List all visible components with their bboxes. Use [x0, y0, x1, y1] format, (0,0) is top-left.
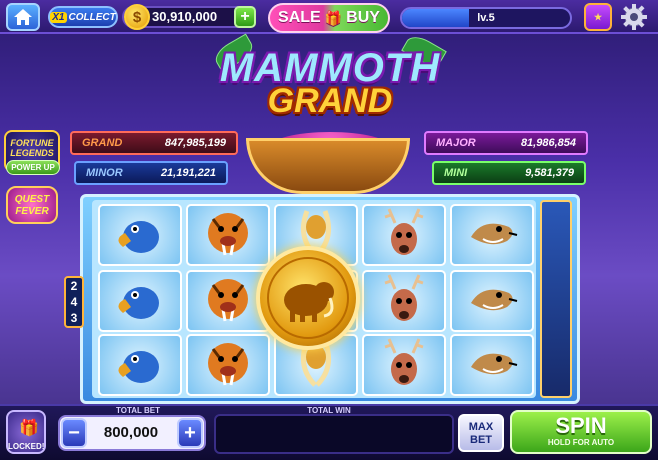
ways-indicator: 2 4 3 — [64, 276, 84, 328]
reel-cell — [450, 204, 534, 266]
jackpot-minor-value: 21,191,221 — [160, 167, 216, 179]
total-win-label: TOTAL WIN — [307, 406, 351, 415]
trophy-icon[interactable]: ★ — [584, 3, 612, 31]
sabertooth-tiger-icon — [199, 273, 257, 330]
increase-bet-button[interactable]: + — [177, 418, 203, 448]
jackpot-minor-label: MINOR — [86, 167, 123, 179]
jackpot-mini: MINI 9,581,379 — [432, 161, 586, 185]
weasel-icon — [463, 207, 521, 264]
reel-cell — [98, 204, 182, 266]
mammoth-progress-rail — [540, 200, 572, 398]
jackpot-major: MAJOR 81,986,854 — [424, 131, 588, 155]
level-label: lv.5 — [477, 12, 495, 24]
buy-label: BUY — [346, 9, 380, 26]
jackpot-major-value: 81,986,854 — [520, 137, 576, 149]
deer-icon — [375, 273, 433, 330]
jackpot-grand: GRAND 847,985,199 — [70, 131, 238, 155]
sale-label: SALE — [278, 9, 321, 26]
spin-sublabel: HOLD FOR AUTO — [547, 438, 615, 447]
buy-coins-button[interactable]: + — [234, 6, 256, 28]
gift-box-icon: 🎁 — [19, 420, 39, 437]
mammoth-coin-symbol — [256, 246, 360, 350]
reel-cell — [362, 204, 446, 266]
reel-cell — [186, 334, 270, 396]
home-icon — [14, 9, 32, 25]
gear-icon — [621, 4, 647, 30]
coin-icon: $ — [124, 4, 150, 30]
power-up-label: POWER UP — [11, 163, 55, 172]
reel-cell — [98, 334, 182, 396]
dodo-bird-icon — [111, 273, 169, 330]
spin-button[interactable]: SPIN HOLD FOR AUTO — [510, 410, 652, 454]
total-bet-label: TOTAL BET — [116, 406, 160, 415]
locked-feature-button[interactable]: 🎁 LOCKED! — [6, 410, 46, 454]
reel-cell — [362, 270, 446, 332]
plus-icon: + — [184, 421, 196, 444]
reel-cell — [450, 334, 534, 396]
sabertooth-tiger-icon — [199, 207, 257, 264]
power-up-button[interactable]: POWER UP — [6, 160, 60, 175]
ways-digit: 3 — [70, 311, 78, 325]
reel-cell — [98, 270, 182, 332]
mammoth-icon — [267, 257, 349, 339]
decrease-bet-button[interactable]: − — [61, 418, 87, 448]
reel-cell — [362, 334, 446, 396]
sabertooth-tiger-icon — [199, 337, 257, 394]
quest-fever-button[interactable]: QUEST FEVER — [6, 186, 58, 224]
spin-label: SPIN — [555, 413, 607, 438]
quest-fever-label: QUEST FEVER — [14, 194, 50, 217]
settings-button[interactable] — [620, 3, 648, 31]
minus-icon: − — [68, 421, 80, 444]
gem-bowl — [246, 138, 410, 194]
deer-icon — [375, 207, 433, 264]
collect-label: COLLECT — [68, 11, 116, 23]
jackpot-mini-label: MINI — [444, 167, 468, 179]
weasel-icon — [463, 273, 521, 330]
game-title-line2: GRAND — [267, 82, 393, 120]
jackpot-grand-value: 847,985,199 — [164, 137, 226, 149]
gift-icon: 🎁 — [324, 9, 343, 26]
deer-icon — [375, 337, 433, 394]
reel-cell — [186, 204, 270, 266]
jackpot-grand-label: GRAND — [82, 137, 123, 149]
jackpot-mini-value: 9,581,379 — [525, 167, 574, 179]
plus-icon: + — [240, 8, 250, 25]
locked-label: LOCKED! — [8, 442, 45, 451]
home-button[interactable] — [6, 3, 40, 31]
collect-button[interactable]: X1 COLLECT — [48, 6, 118, 28]
weasel-icon — [463, 337, 521, 394]
jackpot-major-label: MAJOR — [436, 137, 476, 149]
ways-digit: 4 — [70, 295, 78, 309]
sale-buy-button[interactable]: SALE 🎁 BUY — [268, 3, 390, 33]
collect-multiplier: X1 — [50, 11, 67, 23]
max-bet-label: MAX BET — [468, 421, 494, 446]
dodo-bird-icon — [111, 337, 169, 394]
fortune-legends-label: FORTUNE LEGENDS — [10, 138, 54, 158]
coin-balance: 30,910,000 — [152, 9, 218, 24]
reel-cell — [450, 270, 534, 332]
ways-digit: 2 — [70, 279, 78, 293]
total-bet-value: 800,000 — [103, 424, 159, 441]
level-progress-bar[interactable]: lv.5 — [400, 7, 572, 29]
jackpot-minor: MINOR 21,191,221 — [74, 161, 228, 185]
max-bet-button[interactable]: MAX BET — [458, 414, 504, 452]
dodo-bird-icon — [111, 207, 169, 264]
total-win-box — [214, 414, 454, 454]
